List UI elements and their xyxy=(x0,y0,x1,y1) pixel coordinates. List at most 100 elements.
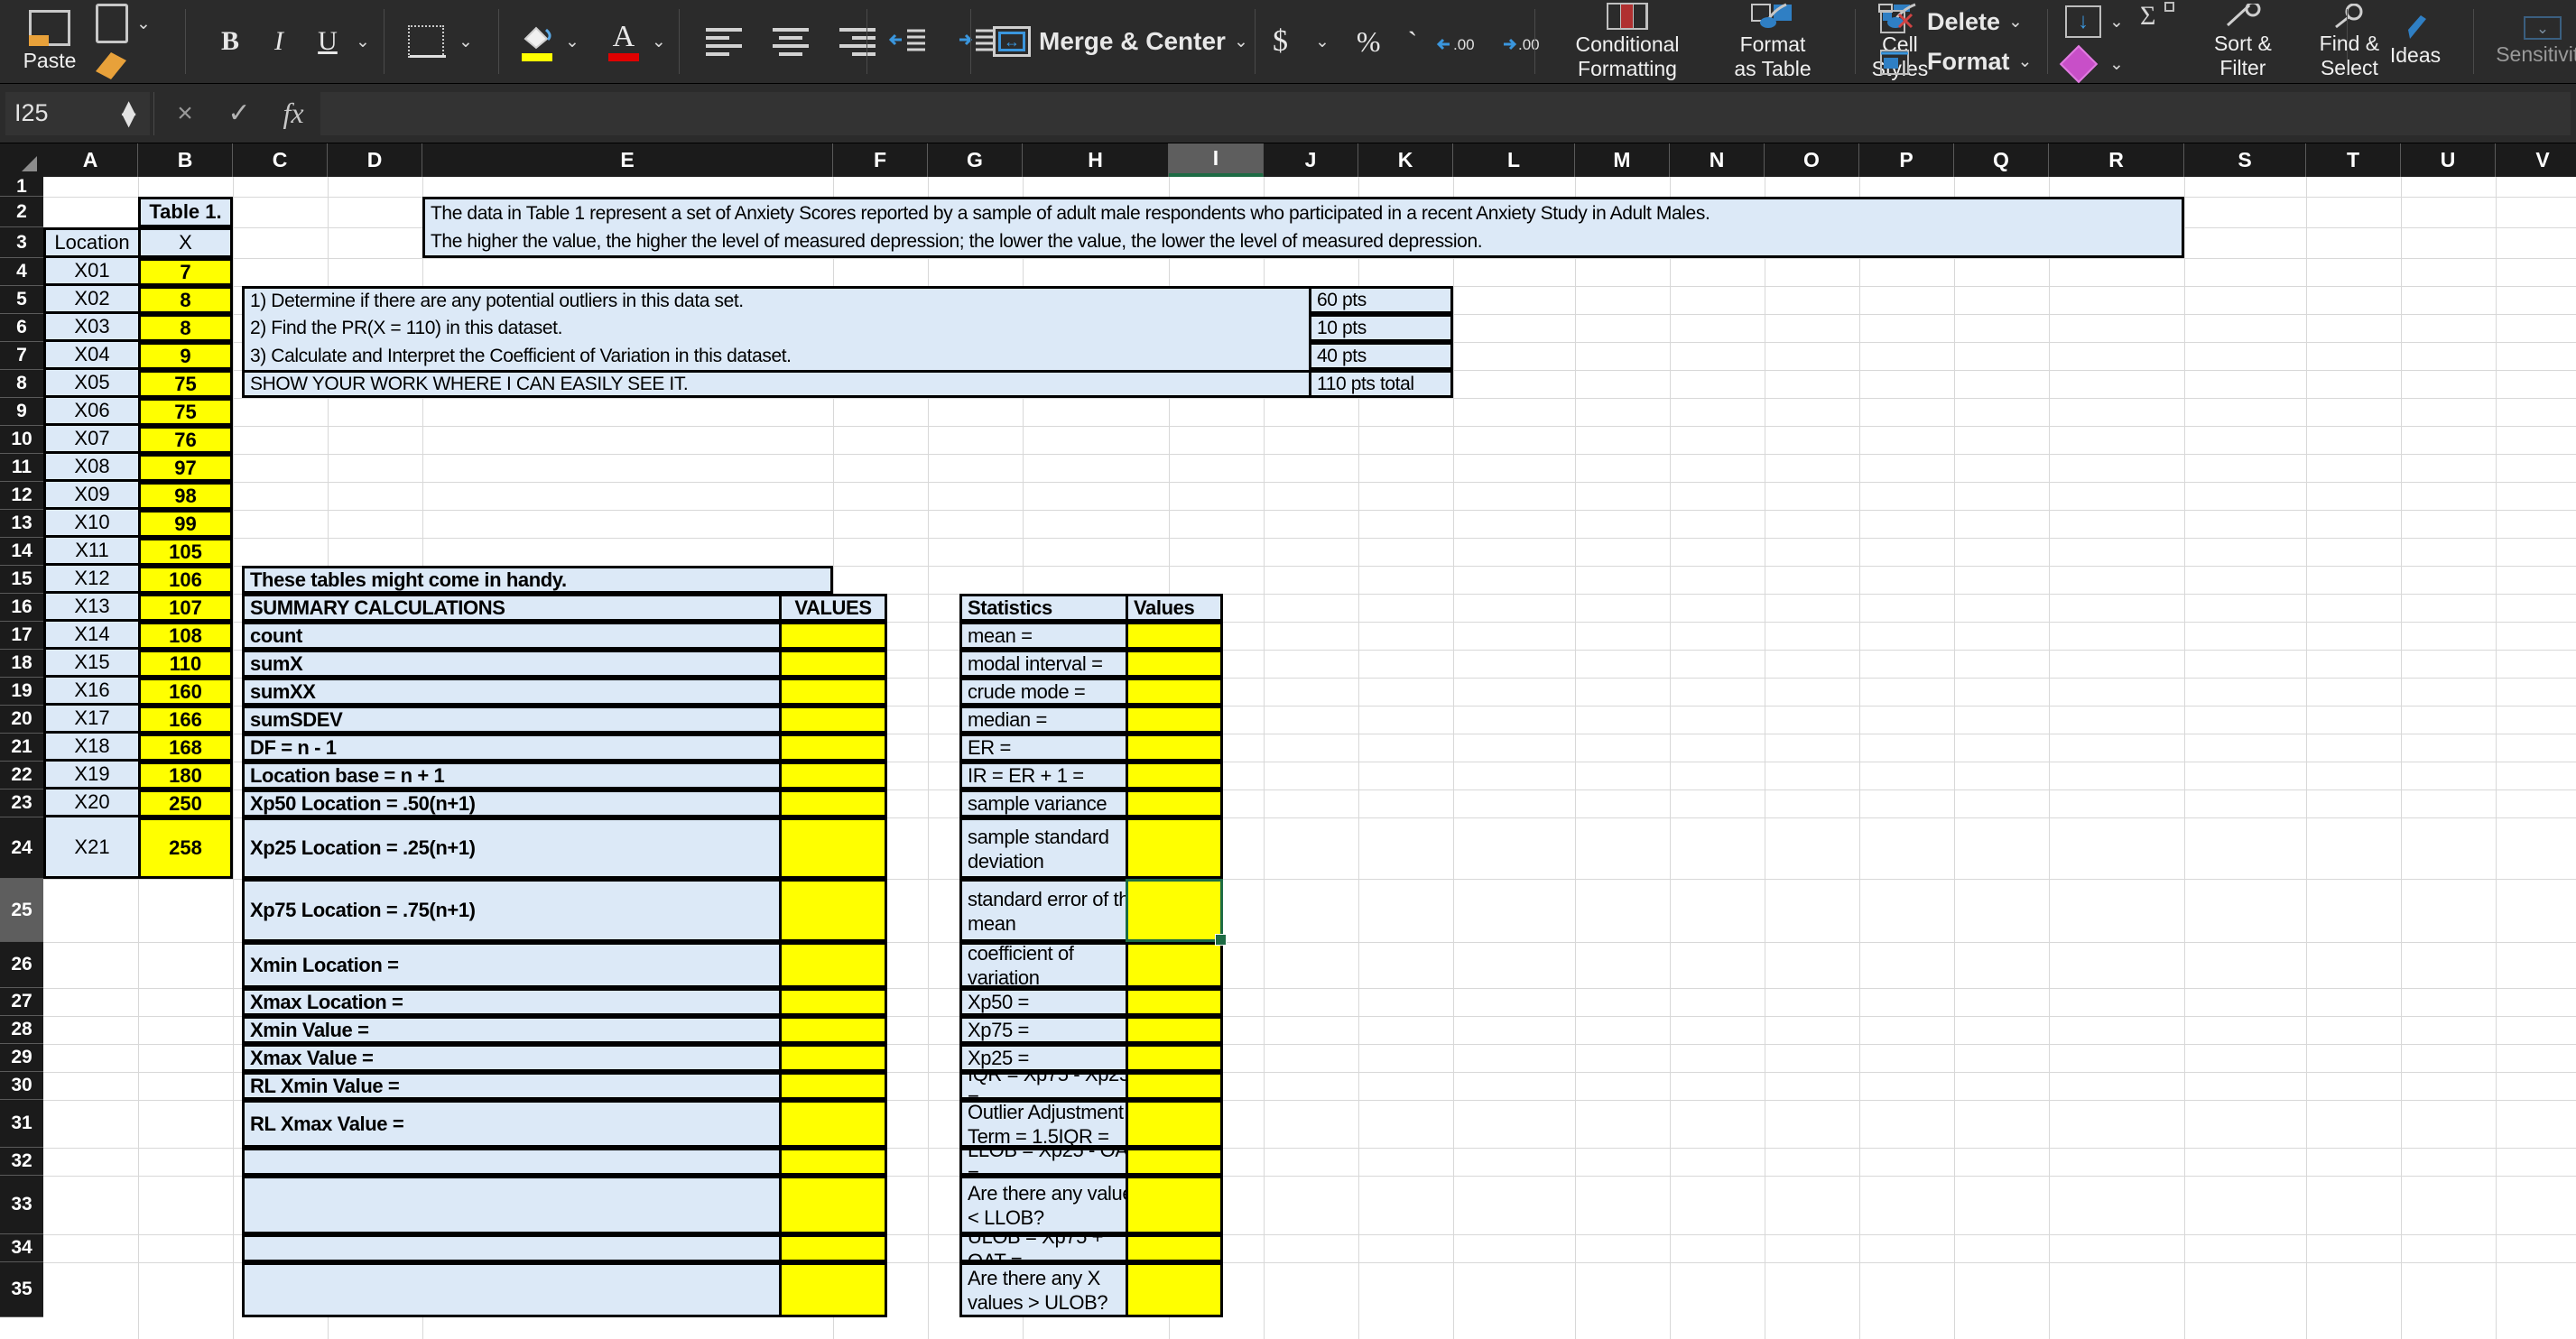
column-header-T[interactable]: T xyxy=(2306,143,2401,177)
summary-row-label[interactable]: RL Xmax Value = xyxy=(242,1100,833,1148)
statistics-row-label[interactable]: ULOB = Xp75 + OAT = xyxy=(959,1234,1154,1262)
row-header-20[interactable]: 20 xyxy=(0,706,43,734)
statistics-row-value[interactable] xyxy=(1126,1100,1223,1148)
statistics-row-label[interactable]: mean = xyxy=(959,622,1154,650)
table1-location-cell[interactable]: X06 xyxy=(43,398,138,426)
statistics-row-label[interactable]: coefficient of variation xyxy=(959,942,1154,988)
table1-location-cell[interactable]: X20 xyxy=(43,790,138,817)
percent-button[interactable]: % xyxy=(1357,25,1381,59)
table1-location-cell[interactable]: X21 xyxy=(43,817,138,879)
row-header-16[interactable]: 16 xyxy=(0,594,43,622)
row-header-9[interactable]: 9 xyxy=(0,398,43,426)
statistics-row-value[interactable] xyxy=(1126,988,1223,1016)
column-header-A[interactable]: A xyxy=(43,143,138,177)
summary-row-label[interactable]: sumX xyxy=(242,650,833,678)
table1-x-cell[interactable]: 106 xyxy=(138,566,233,594)
statistics-row-label[interactable]: modal interval = xyxy=(959,650,1154,678)
row-header-6[interactable]: 6 xyxy=(0,314,43,342)
format-painter-button[interactable] xyxy=(96,52,151,79)
statistics-row-label[interactable]: LLOB = Xp25 - OAT = xyxy=(959,1148,1154,1176)
font-color-chevron-down-icon[interactable]: ⌄ xyxy=(652,33,666,51)
row-header-26[interactable]: 26 xyxy=(0,942,43,988)
bold-button[interactable]: B xyxy=(206,26,255,57)
statistics-row-label[interactable]: Are there any values < LLOB? xyxy=(959,1176,1154,1234)
table1-location-cell[interactable]: X13 xyxy=(43,594,138,622)
column-header-C[interactable]: C xyxy=(233,143,328,177)
summary-row-value[interactable] xyxy=(779,1262,887,1317)
column-header-G[interactable]: G xyxy=(928,143,1023,177)
decrease-decimal-button[interactable]: .00 xyxy=(1435,24,1477,60)
table1-location-cell[interactable]: X07 xyxy=(43,426,138,454)
increase-indent-button[interactable] xyxy=(958,25,996,59)
row-header-24[interactable]: 24 xyxy=(0,817,43,879)
align-left-button[interactable] xyxy=(706,27,742,56)
ideas-button[interactable]: Ideas xyxy=(2372,15,2459,68)
row-header-34[interactable]: 34 xyxy=(0,1234,43,1262)
summary-row-label[interactable] xyxy=(242,1176,833,1234)
row-header-10[interactable]: 10 xyxy=(0,426,43,454)
delete-cells-button[interactable]: Delete ⌄ xyxy=(1879,7,2032,36)
statistics-row-label[interactable]: Xp25 = xyxy=(959,1044,1154,1072)
statistics-row-label[interactable]: Are there any X values > ULOB? xyxy=(959,1262,1154,1317)
column-header-E[interactable]: E xyxy=(422,143,833,177)
sensitivity-button[interactable]: ⌄ Sensitivity xyxy=(2484,16,2576,67)
row-header-31[interactable]: 31 xyxy=(0,1100,43,1148)
clear-button[interactable]: ⌄ xyxy=(2059,44,2124,84)
table1-x-cell[interactable]: 168 xyxy=(138,734,233,762)
statistics-row-value[interactable] xyxy=(1126,790,1223,817)
row-header-17[interactable]: 17 xyxy=(0,622,43,650)
summary-row-label[interactable]: Xp50 Location = .50(n+1) xyxy=(242,790,833,817)
fill-down-button[interactable]: ↓ ⌄ xyxy=(2065,5,2124,38)
currency-chevron-down-icon[interactable]: ⌄ xyxy=(1315,33,1330,51)
summary-row-value[interactable] xyxy=(779,734,887,762)
column-header-Q[interactable]: Q xyxy=(1954,143,2049,177)
statistics-row-value[interactable] xyxy=(1126,942,1223,988)
sort-filter-button[interactable]: Sort & Filter xyxy=(2189,3,2297,80)
summary-row-label[interactable]: sumSDEV xyxy=(242,706,833,734)
name-box-spinner[interactable]: ▲ ▼ xyxy=(116,95,141,131)
statistics-row-value[interactable] xyxy=(1126,1148,1223,1176)
table1-x-cell[interactable]: 258 xyxy=(138,817,233,879)
insert-function-icon[interactable]: fx xyxy=(266,97,320,130)
statistics-row-value[interactable] xyxy=(1126,706,1223,734)
statistics-row-value[interactable] xyxy=(1126,622,1223,650)
row-header-4[interactable]: 4 xyxy=(0,258,43,286)
column-header-P[interactable]: P xyxy=(1859,143,1954,177)
name-box[interactable]: I25 ▲ ▼ xyxy=(5,91,150,135)
table1-location-cell[interactable]: X15 xyxy=(43,650,138,678)
summary-row-value[interactable] xyxy=(779,988,887,1016)
column-header-N[interactable]: N xyxy=(1670,143,1765,177)
conditional-formatting-button[interactable]: Conditional Formatting xyxy=(1560,2,1695,81)
row-header-29[interactable]: 29 xyxy=(0,1044,43,1072)
row-header-8[interactable]: 8 xyxy=(0,370,43,398)
table1-location-cell[interactable]: X11 xyxy=(43,538,138,566)
summary-row-value[interactable] xyxy=(779,1148,887,1176)
table1-location-cell[interactable]: X19 xyxy=(43,762,138,790)
column-header-R[interactable]: R xyxy=(2049,143,2184,177)
statistics-row-value[interactable] xyxy=(1126,734,1223,762)
statistics-row-value[interactable] xyxy=(1126,1234,1223,1262)
summary-row-value[interactable] xyxy=(779,678,887,706)
table1-x-cell[interactable]: 76 xyxy=(138,426,233,454)
statistics-row-label[interactable]: crude mode = xyxy=(959,678,1154,706)
table1-x-cell[interactable]: 8 xyxy=(138,314,233,342)
summary-row-value[interactable] xyxy=(779,706,887,734)
summary-row-value[interactable] xyxy=(779,650,887,678)
column-header-U[interactable]: U xyxy=(2401,143,2496,177)
column-header-S[interactable]: S xyxy=(2184,143,2306,177)
statistics-row-label[interactable]: sample variance xyxy=(959,790,1154,817)
column-header-I[interactable]: I xyxy=(1169,143,1264,177)
summary-row-label[interactable]: count xyxy=(242,622,833,650)
statistics-row-value[interactable] xyxy=(1126,1176,1223,1234)
summary-row-value[interactable] xyxy=(779,1044,887,1072)
table1-x-cell[interactable]: 110 xyxy=(138,650,233,678)
merge-center-button[interactable]: ↔ Merge & Center ⌄ xyxy=(993,26,1248,57)
column-header-F[interactable]: F xyxy=(833,143,928,177)
format-as-table-button[interactable]: Format as Table xyxy=(1715,3,1830,81)
underline-chevron-down-icon[interactable]: ⌄ xyxy=(356,33,370,51)
italic-button[interactable]: I xyxy=(255,26,303,57)
table1-x-cell[interactable]: 75 xyxy=(138,370,233,398)
decrease-indent-button[interactable] xyxy=(888,25,927,59)
summary-row-label[interactable]: Xmax Value = xyxy=(242,1044,833,1072)
summary-row-label[interactable]: Xp75 Location = .75(n+1) xyxy=(242,879,833,942)
